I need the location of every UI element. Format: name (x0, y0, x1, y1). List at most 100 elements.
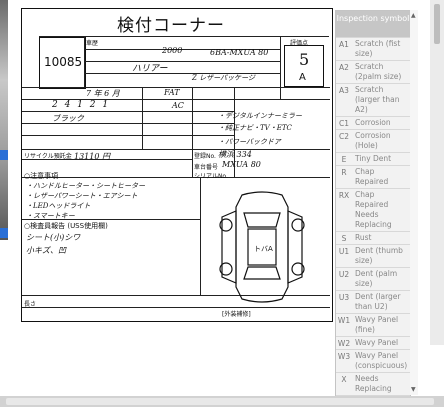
symbol-code: S (341, 234, 347, 243)
symbol-code: A2 (339, 63, 349, 72)
symbol-description: Dent (thumb size) (355, 246, 403, 265)
auction-sheet: 検付コーナー 10085 車歴 2000 6BA-MXUA 80 ハリアー Z … (21, 8, 333, 322)
symbol-row: W2 Wavy Panel (336, 336, 410, 349)
notes-heading: ○注意事項 (24, 172, 59, 180)
symbol-row: RX Chap Repaired Needs Replacing (336, 188, 410, 231)
symbol-description: Needs Replacing (355, 374, 392, 393)
symbol-code: U1 (338, 247, 350, 256)
symbol-description: Chap Repaired Needs Replacing (355, 190, 392, 229)
panel-title: Inspection symbol (336, 11, 410, 37)
inspection-2: 小キズ、凹 (26, 246, 66, 255)
symbol-description: Dent (palm size) (355, 269, 398, 288)
lot-number: 10085 (44, 55, 83, 69)
equipment-2: ・純正ナビ・TV・ETC (218, 124, 292, 132)
auction-sheet-image: 検付コーナー 10085 車歴 2000 6BA-MXUA 80 ハリアー Z … (18, 0, 350, 322)
model-code-value: 6BA-MXUA 80 (210, 48, 269, 57)
symbol-code: A1 (339, 40, 349, 49)
horizontal-scrollbar-thumb[interactable] (6, 398, 434, 405)
symbol-row: C2 Corrosion (Hole) (336, 129, 410, 152)
scroll-up-icon[interactable]: ▲ (411, 12, 416, 19)
symbol-row: U1 Dent (thumb size) (336, 244, 410, 267)
symbol-code: C1 (338, 119, 349, 128)
displacement-value: 2000 (162, 46, 183, 55)
note-2: ・レザーパワーシート・エアシート (26, 192, 138, 200)
horizontal-scrollbar[interactable] (0, 396, 444, 407)
symbol-row: A2 Scratch (2palm size) (336, 60, 410, 83)
note-1: ・ハンドルヒーター・シートヒーター (26, 182, 145, 190)
inspection-heading: ○検査員報告 (USS使用欄) (24, 222, 108, 230)
adjacent-photo-strip (0, 0, 8, 240)
symbol-description: Corrosion (355, 118, 391, 127)
symbol-row: C1 Corrosion (336, 116, 410, 129)
symbol-code: W3 (337, 352, 351, 361)
symbol-description: Scratch (2palm size) (355, 62, 402, 81)
symbol-row: E Tiny Dent (336, 152, 410, 165)
symbol-description: Corrosion (Hole) (355, 131, 391, 150)
history-label: 車歴 (86, 40, 99, 47)
year-value: 7 年 6 月 (86, 89, 120, 98)
registration-value: 横浜 334 (218, 150, 252, 159)
registration-label: 登録No. (194, 153, 216, 160)
symbol-row: R Chap Repaired (336, 165, 410, 188)
aircon-value: AC (172, 101, 184, 110)
recycle-value: 13110 円 (74, 152, 110, 161)
interior-grade: A (299, 72, 306, 83)
svg-text:トバA: トバA (254, 245, 273, 253)
symbol-code: A3 (339, 86, 349, 95)
symbol-description: Wavy Panel (fine) (355, 315, 399, 334)
symbol-description: Dent (larger than U2) (355, 292, 401, 311)
symbol-code: W1 (337, 316, 351, 325)
symbol-row: W3 Wavy Panel (conspicuous) (336, 349, 410, 372)
symbol-row: S Rust (336, 231, 410, 244)
inspection-symbol-panel: Inspection symbol A1 Scratch (fist size) A… (335, 10, 411, 397)
bottom-row-label: 長さ (24, 301, 37, 308)
inspection-1: シート(小)シワ (26, 233, 81, 242)
symbol-description: Chap Repaired (355, 167, 389, 186)
page-scrollbar[interactable] (430, 0, 444, 345)
exterior-repair-label: [外装補修] (222, 311, 251, 318)
symbol-code: X (341, 375, 347, 384)
symbol-row: U2 Dent (palm size) (336, 267, 410, 290)
color-value: ブラック (52, 114, 84, 123)
equipment-1: ・デジタルインナーミラー (218, 112, 302, 120)
grade-value: Z レザーパッケージ (192, 74, 255, 82)
symbol-code: R (341, 168, 347, 177)
symbol-description: Scratch (fist size) (355, 39, 401, 58)
sheet-title: 検付コーナー (117, 16, 225, 36)
symbol-code: RX (338, 191, 350, 200)
symbol-code: W2 (337, 339, 351, 348)
edge-marker-icon (0, 150, 8, 160)
symbol-description: Wavy Panel (355, 338, 399, 347)
symbol-row: X Needs Replacing (336, 372, 410, 395)
recycle-label: リサイクル預託金 (24, 153, 72, 160)
symbol-code: U3 (338, 293, 350, 302)
panel-scrollbar[interactable]: ▲ ▼ (410, 10, 418, 395)
equipment-3: ・パワーバックドア (218, 138, 281, 146)
note-4: ・スマートキー (26, 212, 75, 220)
chassis-value: MXUA 80 (222, 160, 261, 169)
car-diagram: トバA (219, 191, 305, 303)
serial-label: シリアルNo. (194, 173, 228, 180)
scroll-down-icon[interactable]: ▼ (411, 386, 416, 393)
symbol-row: A1 Scratch (fist size) (336, 37, 410, 60)
symbol-code: U2 (338, 270, 350, 279)
symbol-description: Scratch (larger than A2) (355, 85, 400, 114)
note-3: ・LEDヘッドライト (26, 202, 91, 210)
chassis-label: 車台番号 (194, 164, 219, 171)
model-value: ハリアー (132, 64, 168, 74)
symbol-description: Rust (355, 233, 372, 242)
symbol-code: E (341, 155, 347, 164)
symbol-row: U3 Dent (larger than U2) (336, 290, 410, 313)
page-scrollbar-thumb[interactable] (434, 4, 440, 44)
transmission-value: FAT (164, 88, 180, 97)
edge-marker-icon (0, 228, 8, 238)
score-box: 5 A (284, 45, 324, 87)
symbol-row: A3 Scratch (larger than A2) (336, 83, 410, 116)
symbol-row: W1 Wavy Panel (fine) (336, 313, 410, 336)
score-label: 評価点 (290, 40, 309, 47)
symbol-description: Wavy Panel (conspicuous) (355, 351, 408, 370)
symbol-code: C2 (338, 132, 349, 141)
symbol-description: Tiny Dent (355, 154, 392, 163)
score-value: 5 (299, 50, 310, 69)
mileage-value: 2 4 1 2 1 (52, 100, 111, 110)
